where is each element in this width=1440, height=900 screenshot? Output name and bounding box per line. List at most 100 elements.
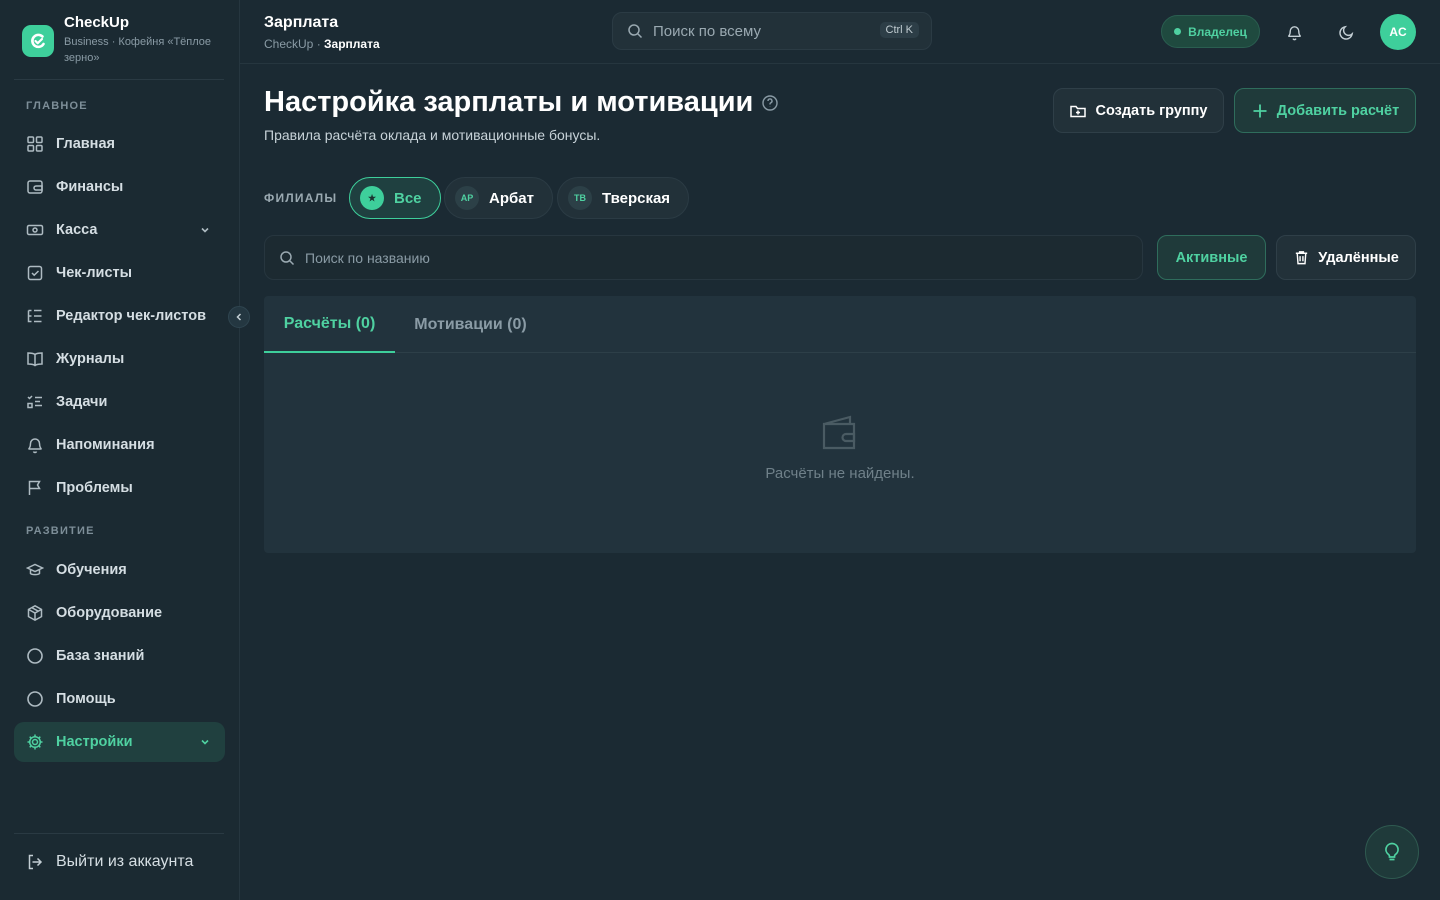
sidebar-divider [14,833,224,834]
filial-chip-arbat[interactable]: АР Арбат [444,177,553,219]
sidebar-item-problems[interactable]: Проблемы [14,468,225,508]
sidebar-item-training[interactable]: Обучения [14,550,225,590]
tab-motivations[interactable]: Мотивации (0) [395,296,546,353]
calculations-panel: Расчёты (0) Мотивации (0) Расчёты не най… [264,296,1416,553]
trash-icon [1296,251,1308,265]
chevron-down-icon [201,739,209,745]
search-icon [628,24,643,39]
sidebar-item-label: База знаний [56,648,145,664]
sidebar-divider [14,79,224,80]
sidebar-item-cash[interactable]: Касса [14,210,225,250]
breadcrumb: CheckUp · Зарплата [264,37,380,51]
plus-icon [1253,104,1267,117]
global-search-input[interactable]: Поиск по всему Ctrl K [612,12,932,50]
sidebar-item-finance[interactable]: Финансы [14,167,225,207]
list-tree-icon [27,309,42,323]
circle-icon [27,648,43,664]
search-shortcut-badge: Ctrl K [879,22,919,38]
gear-icon [27,734,43,750]
status-dot [1174,28,1182,35]
name-search-field[interactable] [264,235,1143,280]
filial-chip-all[interactable]: ★ Все [349,177,441,219]
sidebar-item-settings[interactable]: Настройки [14,722,225,762]
sidebar-item-label: Редактор чек-листов [56,308,206,324]
tab-calculations[interactable]: Расчёты (0) [264,296,395,353]
role-badge[interactable]: Владелец [1161,15,1260,48]
sidebar-item-label: Напоминания [56,437,155,453]
create-group-button[interactable]: Создать группу [1053,88,1224,133]
page-title-text: Настройка зарплаты и мотивации [264,86,754,118]
brand-name: CheckUp [64,14,130,31]
sidebar-item-label: Чек-листы [56,265,133,281]
brand-subtitle: Business · Кофейня «Тёплое зерно» [64,36,212,64]
logout-icon [28,854,43,870]
dashboard-icon [27,136,43,152]
topbar: Зарплата CheckUp · Зарплата Поиск по все… [240,0,1440,64]
graduation-cap-icon [26,563,44,576]
sidebar-item-label: Оборудование [56,605,163,621]
lightbulb-icon [1385,842,1399,861]
checkup-logo-icon [22,25,54,57]
sidebar-item-label: Касса [56,222,98,238]
theme-toggle-button[interactable] [1328,14,1364,50]
sidebar-item-checklist-editor[interactable]: Редактор чек-листов [14,296,225,336]
bell-icon [28,438,42,454]
sidebar-item-checklists[interactable]: Чек-листы [14,253,225,293]
wallet-icon [27,180,43,194]
sidebar-item-label: Главная [56,136,115,152]
logout-label: Выйти из аккаунта [56,853,194,870]
moon-icon [1338,25,1353,40]
name-search-input[interactable] [305,249,1105,266]
flag-icon [28,480,41,495]
sidebar-item-equipment[interactable]: Оборудование [14,593,225,633]
sidebar-section-development: РАЗВИТИЕ [26,525,95,537]
tabs: Расчёты (0) Мотивации (0) [264,296,1416,353]
filial-badge: ТВ [568,186,592,210]
logout-button[interactable]: Выйти из аккаунта [26,853,193,871]
search-icon [280,250,295,265]
box-icon [27,604,43,622]
topbar-title: Зарплата [264,14,339,31]
filial-chip-label: Тверская [602,189,671,207]
chevron-left-icon [236,313,242,321]
help-circle-icon[interactable] [761,94,779,112]
breadcrumb-current: Зарплата [324,37,380,51]
sidebar-item-label: Обучения [56,562,127,578]
notifications-button[interactable] [1276,14,1312,50]
star-icon: ★ [360,186,384,210]
sidebar: CheckUp Business · Кофейня «Тёплое зерно… [0,0,240,900]
brand[interactable]: CheckUp Business · Кофейня «Тёплое зерно… [22,14,224,66]
sidebar-item-label: Журналы [56,351,125,367]
tasks-icon [27,395,42,409]
sidebar-item-knowledge-base[interactable]: База знаний [14,636,225,676]
sidebar-item-label: Помощь [56,691,116,707]
filial-badge: АР [455,186,479,210]
sidebar-item-label: Задачи [56,394,108,410]
sidebar-item-journals[interactable]: Журналы [14,339,225,379]
book-icon [27,352,43,367]
sidebar-item-tasks[interactable]: Задачи [14,382,225,422]
add-calc-label: Добавить расчёт [1276,102,1400,119]
breadcrumb-root[interactable]: CheckUp · [264,37,321,51]
filter-deleted-button[interactable]: Удалённые [1276,235,1416,280]
sidebar-collapse-button[interactable] [228,306,250,328]
checklist-icon [27,265,43,281]
sidebar-item-reminders[interactable]: Напоминания [14,425,225,465]
sidebar-item-label: Настройки [56,734,133,750]
empty-state-text: Расчёты не найдены. [765,465,915,482]
create-group-label: Создать группу [1095,102,1208,119]
avatar[interactable]: AC [1380,14,1416,50]
filial-chip-label: Арбат [489,189,534,207]
sidebar-item-help[interactable]: Помощь [14,679,225,719]
role-label: Владелец [1188,24,1247,39]
filial-chip-tverskaya[interactable]: ТВ Тверская [557,177,690,219]
sidebar-item-home[interactable]: Главная [14,124,225,164]
tips-button[interactable] [1365,825,1419,879]
filter-active-label: Активные [1175,249,1248,266]
wallet-icon [822,415,856,450]
page-title: Настройка зарплаты и мотивации [264,86,779,119]
add-calc-button[interactable]: Добавить расчёт [1234,88,1416,133]
sidebar-item-label: Проблемы [56,480,133,496]
filter-active-button[interactable]: Активные [1157,235,1266,280]
bell-icon [1287,25,1301,40]
